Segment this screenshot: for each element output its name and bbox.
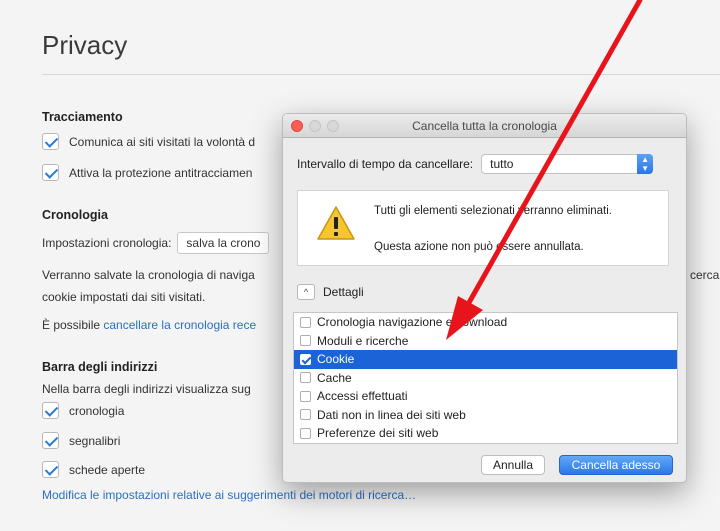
time-range-row: Intervallo di tempo da cancellare: tutto… — [297, 154, 654, 174]
page-title: Privacy — [42, 30, 128, 60]
history-settings-label: Impostazioni cronologia: — [42, 236, 172, 250]
history-heading: Cronologia — [42, 208, 108, 222]
checkbox-checked[interactable] — [42, 133, 59, 150]
tracking-item-label: Attiva la protezione antitracciamen — [69, 165, 253, 180]
search-suggestions-settings-link[interactable]: Modifica le impostazioni relative ai sug… — [42, 488, 416, 502]
checkbox-checked[interactable] — [42, 432, 59, 449]
history-description-cut: cerca — [690, 268, 720, 282]
checkbox[interactable] — [300, 409, 311, 421]
list-item-logins[interactable]: Accessi effettuati — [294, 387, 677, 406]
address-bar-checkbox-history[interactable]: cronologia — [42, 402, 124, 419]
list-item-site-preferences[interactable]: Preferenze dei siti web — [294, 424, 677, 443]
tracking-item-label: Comunica ai siti visitati la volontà d — [69, 134, 256, 149]
list-item-label: Preferenze dei siti web — [317, 426, 439, 441]
history-description-line1: Verranno salvate la cronologia di naviga — [42, 268, 255, 282]
warning-message: Tutti gli elementi selezionati verranno … — [374, 205, 612, 217]
tracking-checkbox-dnt[interactable]: Comunica ai siti visitati la volontà d — [42, 133, 255, 150]
warning-box: Tutti gli elementi selezionati verranno … — [297, 190, 669, 266]
dialog-titlebar[interactable]: Cancella tutta la cronologia — [283, 114, 686, 138]
list-item-label: Accessi effettuati — [317, 389, 408, 404]
address-bar-heading: Barra degli indirizzi — [42, 360, 158, 374]
details-label: Dettagli — [323, 285, 364, 299]
warning-icon — [317, 206, 355, 240]
history-clear-prefix: È possibile — [42, 318, 104, 332]
history-description-line2: cookie impostati dai siti visitati. — [42, 290, 206, 304]
list-item-label: Cookie — [317, 352, 355, 367]
address-bar-item-label: cronologia — [69, 403, 125, 418]
history-settings-row: Impostazioni cronologia: salva la crono — [42, 232, 270, 254]
list-item-offline-data[interactable]: Dati non in linea dei siti web — [294, 406, 677, 425]
checkbox[interactable] — [300, 316, 311, 328]
clear-history-dialog: Cancella tutta la cronologia Intervallo … — [282, 113, 687, 483]
list-item-forms-searches[interactable]: Moduli e ricerche — [294, 332, 677, 351]
checkbox-checked[interactable] — [300, 353, 311, 365]
tracking-heading: Tracciamento — [42, 110, 123, 124]
checkbox[interactable] — [300, 335, 311, 347]
checkbox-checked[interactable] — [42, 164, 59, 181]
checkbox[interactable] — [300, 372, 311, 384]
checkbox-checked[interactable] — [42, 461, 59, 478]
updown-arrow-icon: ▲ ▼ — [637, 154, 654, 174]
address-bar-description: Nella barra degli indirizzi visualizza s… — [42, 382, 251, 396]
list-item-browsing-history[interactable]: Cronologia navigazione e download — [294, 313, 677, 332]
list-item-label: Moduli e ricerche — [317, 333, 409, 348]
clear-now-button[interactable]: Cancella adesso — [559, 455, 673, 475]
address-bar-item-label: schede aperte — [69, 462, 146, 477]
history-settings-select[interactable]: salva la crono — [177, 232, 270, 254]
address-bar-item-label: segnalibri — [69, 433, 121, 448]
clear-items-list: Cronologia navigazione e download Moduli… — [293, 312, 678, 444]
time-range-value: tutto — [490, 157, 514, 171]
list-item-label: Cronologia navigazione e download — [317, 315, 508, 330]
details-toggle[interactable]: ^ Dettagli — [297, 284, 364, 300]
list-item-label: Cache — [317, 370, 352, 385]
chevron-up-icon[interactable]: ^ — [297, 284, 315, 300]
dialog-title: Cancella tutta la cronologia — [412, 119, 557, 133]
time-range-label: Intervallo di tempo da cancellare: — [297, 157, 474, 171]
list-item-cookies[interactable]: Cookie — [294, 350, 677, 369]
checkbox-checked[interactable] — [42, 402, 59, 419]
history-clear-row: È possibile cancellare la cronologia rec… — [42, 318, 256, 332]
list-item-label: Dati non in linea dei siti web — [317, 407, 466, 422]
history-clear-link[interactable]: cancellare la cronologia rece — [103, 318, 256, 332]
warning-irreversible: Questa azione non può essere annullata. — [374, 241, 584, 253]
address-bar-checkbox-bookmarks[interactable]: segnalibri — [42, 432, 120, 449]
checkbox[interactable] — [300, 390, 311, 402]
address-bar-checkbox-tabs[interactable]: schede aperte — [42, 461, 145, 478]
checkbox[interactable] — [300, 427, 311, 439]
title-divider — [42, 74, 720, 75]
list-item-cache[interactable]: Cache — [294, 369, 677, 388]
time-range-select[interactable]: tutto ▲ ▼ — [481, 154, 654, 174]
tracking-checkbox-protection[interactable]: Attiva la protezione antitracciamen — [42, 164, 252, 181]
cancel-button[interactable]: Annulla — [481, 455, 545, 475]
